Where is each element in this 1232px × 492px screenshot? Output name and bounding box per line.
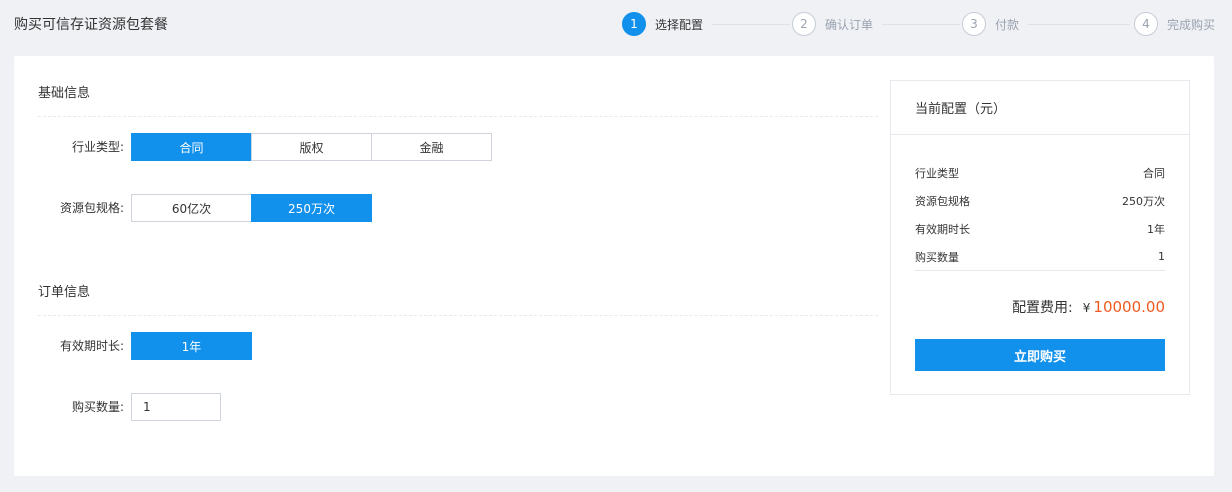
summary-key: 资源包规格	[915, 195, 970, 208]
spec-option-6b[interactable]: 60亿次	[131, 194, 252, 222]
quantity-input[interactable]	[131, 393, 221, 421]
step-confirm-order: 2 确认订单	[792, 12, 873, 36]
spec-selector: 60亿次 250万次	[131, 194, 372, 222]
page-title: 购买可信存证资源包套餐	[14, 17, 168, 33]
duration-label: 有效期时长:	[59, 339, 124, 353]
config-card: 基础信息 行业类型: 合同 版权 金融 资源包规格: 60亿次 250万次 订单…	[14, 56, 1214, 476]
step-payment: 3 付款	[962, 12, 1019, 36]
industry-option-copyright[interactable]: 版权	[251, 133, 372, 161]
industry-selector: 合同 版权 金融	[131, 133, 492, 161]
fee-amount: 10000.00	[1093, 298, 1165, 316]
summary-row: 行业类型 合同	[915, 159, 1165, 187]
currency-symbol: ¥	[1082, 301, 1091, 315]
step-label: 选择配置	[655, 17, 704, 32]
summary-value: 合同	[1143, 167, 1165, 180]
summary-key: 行业类型	[915, 167, 959, 180]
summary-key: 购买数量	[915, 250, 959, 264]
spec-label: 资源包规格:	[59, 201, 124, 215]
fee-label: 配置费用:	[1012, 300, 1073, 316]
section-divider	[38, 116, 878, 117]
duration-selector: 1年	[131, 332, 252, 360]
industry-option-finance[interactable]: 金融	[371, 133, 492, 161]
spec-option-2-5m[interactable]: 250万次	[251, 194, 372, 222]
summary-key: 有效期时长	[915, 223, 970, 236]
basic-info-title: 基础信息	[38, 86, 91, 101]
step-progress: 1 选择配置 2 确认订单 3 付款 4 完成购买	[622, 12, 1222, 38]
section-divider	[38, 315, 878, 316]
step-label: 确认订单	[825, 17, 874, 32]
step-connector	[882, 24, 960, 25]
step-number: 1	[622, 12, 646, 36]
current-config-panel: 当前配置（元） 行业类型 合同 资源包规格 250万次 有效期时长 1年 购买数…	[890, 80, 1190, 395]
step-complete: 4 完成购买	[1134, 12, 1215, 36]
step-number: 3	[962, 12, 986, 36]
panel-divider	[891, 134, 1189, 135]
order-info-title: 订单信息	[38, 285, 91, 300]
summary-value: 250万次	[1122, 195, 1165, 208]
quantity-label: 购买数量:	[71, 400, 124, 414]
industry-option-contract[interactable]: 合同	[131, 133, 252, 161]
step-number: 2	[792, 12, 816, 36]
summary-value: 1年	[1147, 223, 1165, 236]
step-label: 完成购买	[1167, 17, 1216, 32]
duration-option-1-year[interactable]: 1年	[131, 332, 252, 360]
step-connector	[1028, 24, 1130, 25]
industry-label: 行业类型:	[71, 140, 124, 154]
summary-value: 1	[1158, 250, 1165, 263]
step-select-config: 1 选择配置	[622, 12, 703, 36]
summary-list: 行业类型 合同 资源包规格 250万次 有效期时长 1年 购买数量 1	[915, 159, 1165, 271]
config-fee: 配置费用: ¥ 10000.00	[1012, 297, 1165, 317]
summary-row: 资源包规格 250万次	[915, 187, 1165, 215]
buy-now-button[interactable]: 立即购买	[915, 339, 1165, 371]
summary-row: 有效期时长 1年	[915, 215, 1165, 243]
step-number: 4	[1134, 12, 1158, 36]
step-label: 付款	[995, 17, 1020, 32]
step-connector	[712, 24, 790, 25]
summary-row: 购买数量 1	[915, 243, 1165, 271]
panel-title: 当前配置（元）	[915, 102, 1007, 117]
